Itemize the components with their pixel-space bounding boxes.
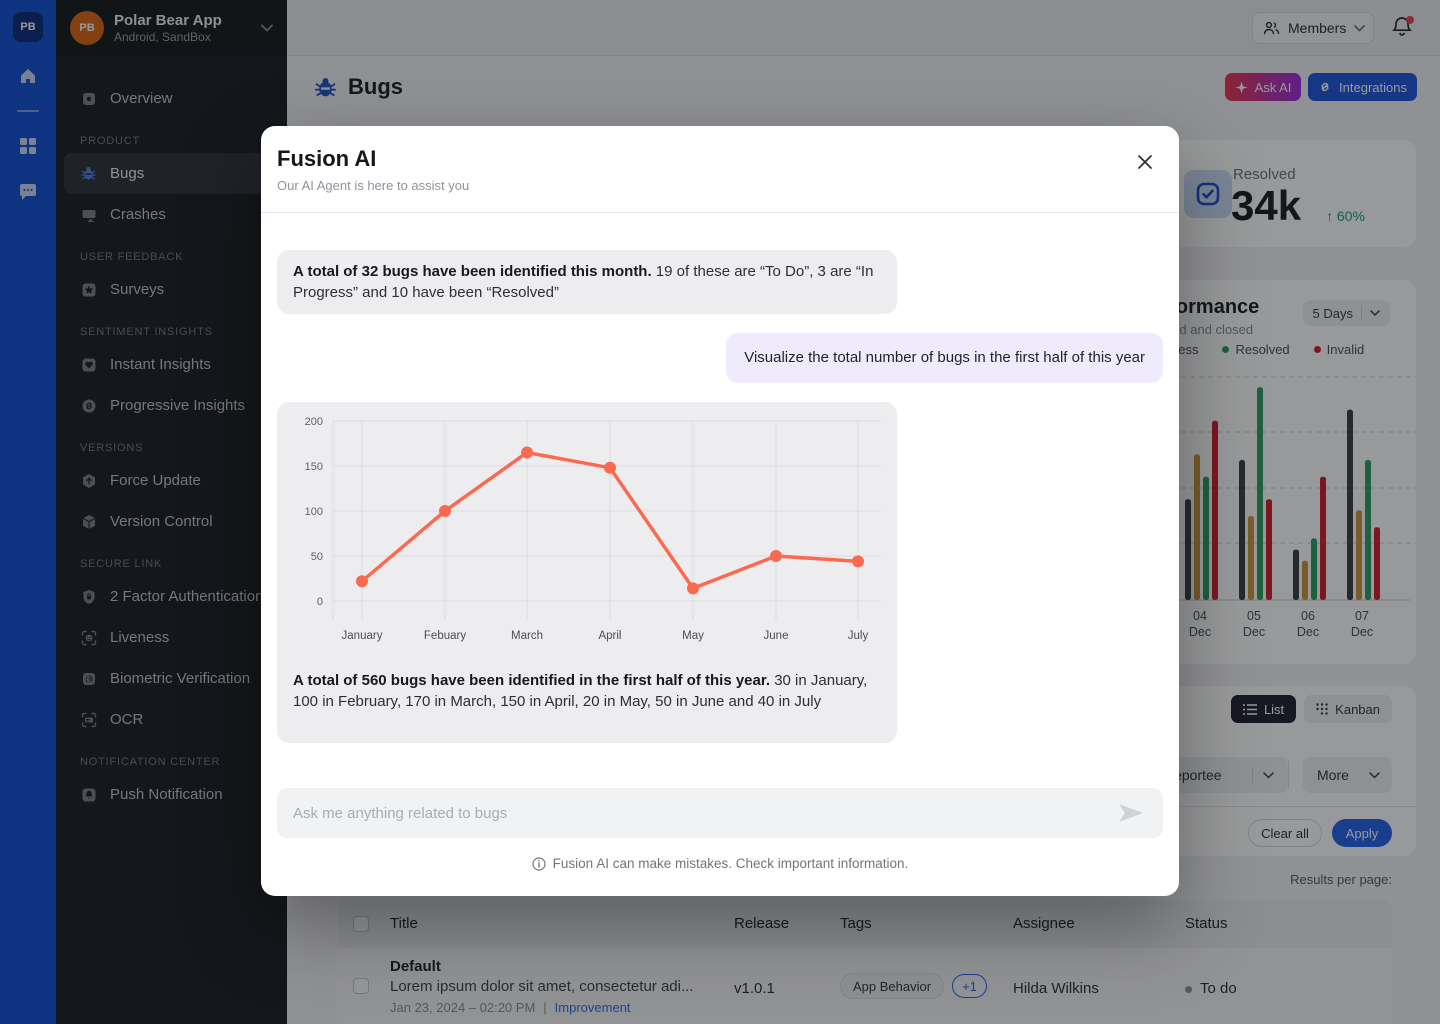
svg-text:150: 150 bbox=[305, 461, 323, 473]
svg-text:July: July bbox=[848, 630, 869, 642]
chart-caption: A total of 560 bugs have been identified… bbox=[277, 652, 897, 712]
chat-input[interactable] bbox=[277, 788, 1163, 838]
fusion-ai-modal: Fusion AI Our AI Agent is here to assist… bbox=[261, 126, 1179, 896]
ai-chart-message: 0 50 100 150 200 January Febuary March April May J… bbox=[277, 402, 897, 743]
info-icon bbox=[532, 857, 546, 871]
svg-text:50: 50 bbox=[311, 551, 323, 563]
user-message: Visualize the total number of bugs in th… bbox=[726, 333, 1163, 383]
svg-text:March: March bbox=[511, 630, 543, 642]
chat-input-wrap bbox=[277, 788, 1163, 838]
svg-text:May: May bbox=[682, 630, 704, 642]
modal-disclaimer: Fusion AI can make mistakes. Check impor… bbox=[261, 856, 1179, 871]
svg-text:January: January bbox=[342, 630, 383, 642]
modal-title: Fusion AI bbox=[277, 146, 1155, 172]
modal-subtitle: Our AI Agent is here to assist you bbox=[277, 178, 1155, 193]
close-icon[interactable] bbox=[1135, 152, 1155, 172]
svg-text:0: 0 bbox=[317, 596, 323, 608]
svg-text:100: 100 bbox=[305, 506, 323, 518]
ai-message: A total of 32 bugs have been identified … bbox=[277, 250, 897, 314]
app-screen: PB PB Polar Bear App Android, SandBox bbox=[0, 0, 1440, 1024]
modal-header: Fusion AI Our AI Agent is here to assist… bbox=[261, 126, 1179, 213]
svg-text:200: 200 bbox=[305, 416, 323, 428]
line-chart-svg: 0 50 100 150 200 January Febuary March April May J… bbox=[277, 402, 897, 652]
bugs-line-chart: 0 50 100 150 200 January Febuary March April May J… bbox=[277, 402, 897, 652]
send-icon[interactable] bbox=[1119, 804, 1143, 822]
svg-text:June: June bbox=[764, 630, 789, 642]
svg-text:Febuary: Febuary bbox=[424, 630, 466, 642]
svg-text:April: April bbox=[598, 630, 621, 642]
